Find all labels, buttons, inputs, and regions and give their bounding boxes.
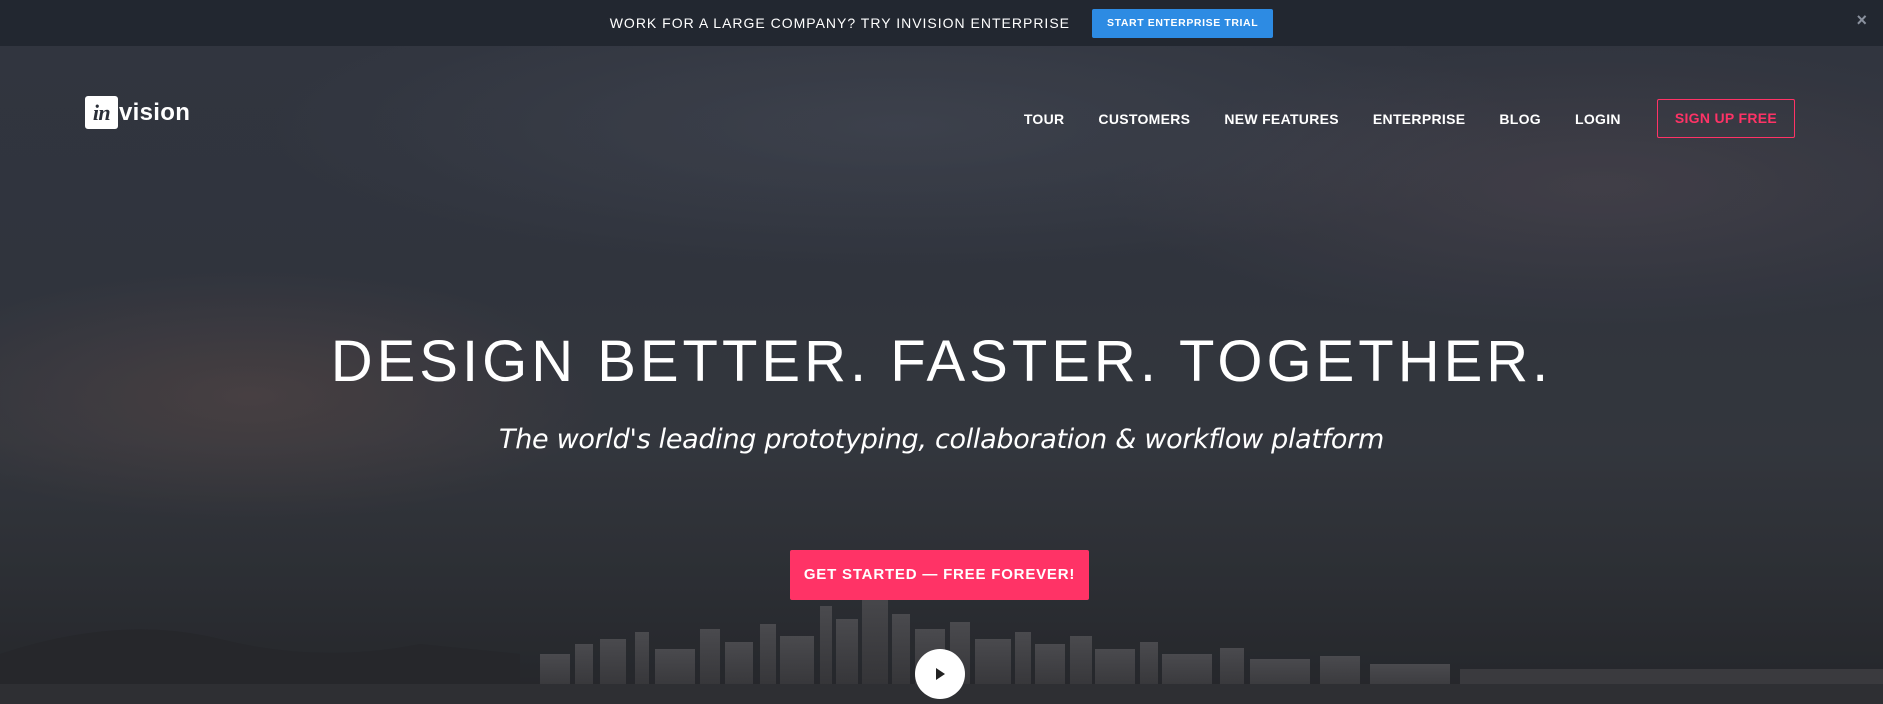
invision-logo[interactable]: in vision — [85, 96, 190, 129]
nav-login[interactable]: LOGIN — [1575, 111, 1621, 127]
nav-customers[interactable]: CUSTOMERS — [1098, 111, 1190, 127]
play-icon — [936, 668, 945, 680]
get-started-button[interactable]: GET STARTED — FREE FOREVER! — [790, 550, 1089, 600]
logo-wordmark: vision — [119, 98, 191, 126]
nav-blog[interactable]: BLOG — [1499, 111, 1541, 127]
hero-subheading: The world's leading prototyping, collabo… — [499, 424, 1384, 455]
close-icon[interactable]: × — [1856, 10, 1867, 30]
logo-mark: in — [85, 96, 118, 129]
start-enterprise-trial-button[interactable]: START ENTERPRISE TRIAL — [1092, 8, 1274, 38]
nav-new-features[interactable]: NEW FEATURES — [1224, 111, 1339, 127]
sign-up-free-button[interactable]: SIGN UP FREE — [1656, 99, 1795, 138]
nav-tour[interactable]: TOUR — [1024, 111, 1065, 127]
announcement-text: WORK FOR A LARGE COMPANY? TRY INVISION E… — [609, 15, 1070, 31]
play-video-button[interactable] — [915, 649, 965, 699]
announcement-bar: WORK FOR A LARGE COMPANY? TRY INVISION E… — [0, 0, 1883, 46]
hero-headline: DESIGN BETTER. FASTER. TOGETHER. — [330, 329, 1553, 394]
main-nav: TOUR CUSTOMERS NEW FEATURES ENTERPRISE B… — [990, 99, 1795, 138]
hero-section: in vision TOUR CUSTOMERS NEW FEATURES EN… — [0, 46, 1883, 704]
nav-enterprise[interactable]: ENTERPRISE — [1373, 111, 1465, 127]
